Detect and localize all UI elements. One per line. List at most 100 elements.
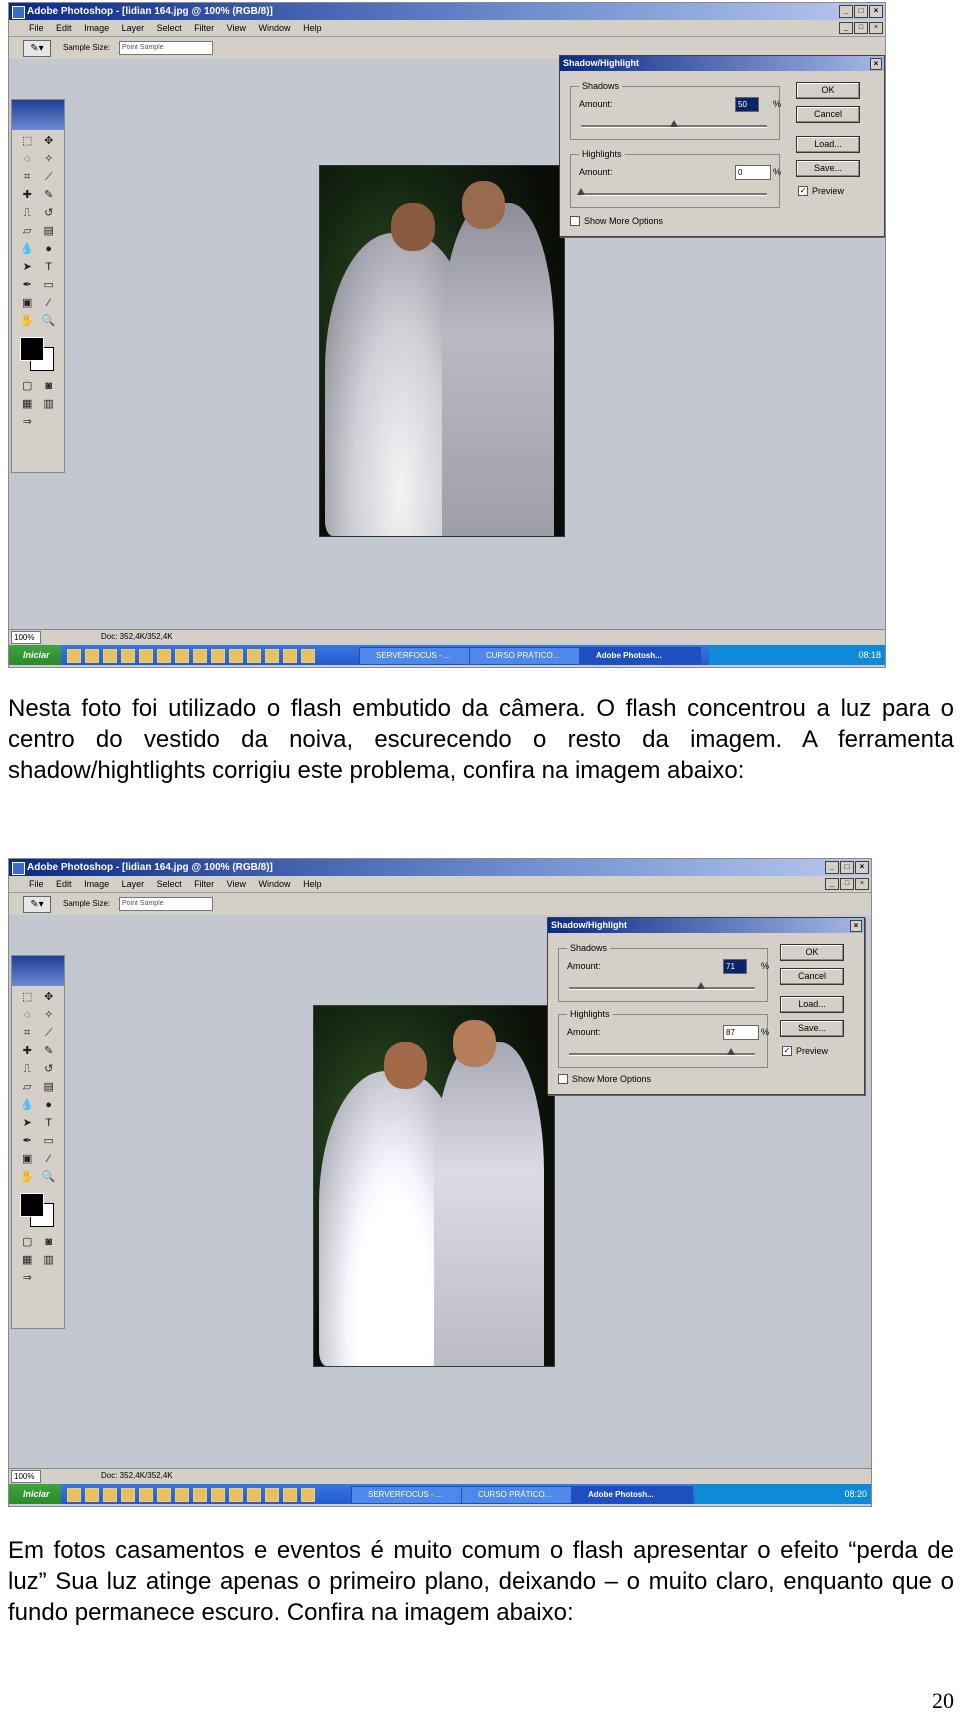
full-screen-icon[interactable]: ▥ bbox=[40, 397, 59, 412]
magic-wand-icon[interactable]: ✧ bbox=[40, 152, 59, 167]
quicklaunch-icon[interactable] bbox=[85, 1488, 99, 1502]
quicklaunch-icon[interactable] bbox=[265, 649, 279, 663]
foreground-color-swatch[interactable] bbox=[20, 337, 44, 361]
color-swatches[interactable] bbox=[12, 333, 64, 375]
shape-tool-icon[interactable]: ▭ bbox=[40, 278, 59, 293]
sample-size-select[interactable]: Point Sample bbox=[119, 897, 213, 911]
shadows-amount-input[interactable]: 50 bbox=[735, 97, 759, 112]
maximize-button[interactable]: □ bbox=[854, 5, 868, 18]
menu-file[interactable]: File bbox=[29, 879, 44, 889]
dialog-close-button[interactable]: × bbox=[870, 58, 882, 70]
blur-tool-icon[interactable]: 💧 bbox=[18, 1098, 37, 1113]
ok-button[interactable]: OK bbox=[780, 944, 844, 961]
hand-tool-icon[interactable]: ✋ bbox=[18, 314, 37, 329]
taskbar-task-photoshop[interactable]: Adobe Photosh... bbox=[579, 647, 701, 665]
quicklaunch-icon[interactable] bbox=[121, 1488, 135, 1502]
healing-brush-icon[interactable]: ✚ bbox=[18, 1044, 37, 1059]
type-tool-icon[interactable]: T bbox=[40, 260, 59, 275]
menu-view[interactable]: View bbox=[227, 23, 246, 33]
magic-wand-icon[interactable]: ✧ bbox=[40, 1008, 59, 1023]
crop-tool-icon[interactable]: ⌗ bbox=[18, 1026, 37, 1041]
brush-tool-icon[interactable]: ✎ bbox=[40, 1044, 59, 1059]
blur-tool-icon[interactable]: 💧 bbox=[18, 242, 37, 257]
load-button[interactable]: Load... bbox=[796, 136, 860, 153]
dodge-tool-icon[interactable]: ● bbox=[40, 242, 59, 257]
clone-stamp-icon[interactable]: ⎍ bbox=[18, 206, 37, 221]
doc-minimize-button[interactable]: _ bbox=[825, 878, 839, 890]
quicklaunch-icon[interactable] bbox=[211, 1488, 225, 1502]
standard-mode-icon[interactable]: ▢ bbox=[18, 1235, 37, 1250]
quicklaunch-icon[interactable] bbox=[247, 649, 261, 663]
marquee-tool-icon[interactable]: ⬚ bbox=[18, 990, 37, 1005]
shadows-slider-thumb[interactable] bbox=[697, 982, 706, 989]
quicklaunch-icon[interactable] bbox=[229, 1488, 243, 1502]
eyedropper-tool-preset[interactable]: ✎▾ bbox=[23, 40, 51, 57]
lasso-tool-icon[interactable]: ◌ bbox=[18, 152, 37, 167]
zoom-level[interactable]: 100% bbox=[11, 631, 41, 644]
quicklaunch-icon[interactable] bbox=[175, 1488, 189, 1502]
slice-tool-icon[interactable]: ⟋ bbox=[40, 170, 59, 185]
full-screen-icon[interactable]: ▥ bbox=[40, 1253, 59, 1268]
eraser-tool-icon[interactable]: ▱ bbox=[18, 1080, 37, 1095]
quicklaunch-icon[interactable] bbox=[103, 649, 117, 663]
doc-restore-button[interactable]: □ bbox=[854, 22, 868, 34]
jump-to-imageready-icon[interactable]: ⇒ bbox=[18, 415, 37, 430]
cancel-button[interactable]: Cancel bbox=[780, 968, 844, 985]
show-more-options-checkbox[interactable]: Show More Options bbox=[570, 216, 663, 226]
quicklaunch-icon[interactable] bbox=[211, 649, 225, 663]
start-button[interactable]: Iniciar bbox=[9, 645, 61, 665]
shadows-amount-input[interactable]: 71 bbox=[723, 959, 747, 974]
checkmark-icon[interactable]: ✓ bbox=[798, 186, 808, 196]
quicklaunch-icon[interactable] bbox=[157, 1488, 171, 1502]
quicklaunch-icon[interactable] bbox=[193, 649, 207, 663]
type-tool-icon[interactable]: T bbox=[40, 1116, 59, 1131]
eyedropper-tool-preset[interactable]: ✎▾ bbox=[23, 896, 51, 913]
quicklaunch-icon[interactable] bbox=[121, 649, 135, 663]
taskbar-task-curso[interactable]: CURSO PRÁTICO... bbox=[469, 647, 591, 665]
brush-tool-icon[interactable]: ✎ bbox=[40, 188, 59, 203]
notes-tool-icon[interactable]: ▣ bbox=[18, 296, 37, 311]
history-brush-icon[interactable]: ↺ bbox=[40, 206, 59, 221]
save-button[interactable]: Save... bbox=[796, 160, 860, 177]
quicklaunch-icon[interactable] bbox=[229, 649, 243, 663]
menu-help[interactable]: Help bbox=[303, 879, 322, 889]
menu-filter[interactable]: Filter bbox=[194, 23, 214, 33]
zoom-level[interactable]: 100% bbox=[11, 1470, 41, 1483]
notes-tool-icon[interactable]: ▣ bbox=[18, 1152, 37, 1167]
close-button[interactable]: × bbox=[869, 5, 883, 18]
marquee-tool-icon[interactable]: ⬚ bbox=[18, 134, 37, 149]
highlights-slider-thumb[interactable] bbox=[577, 188, 585, 195]
shape-tool-icon[interactable]: ▭ bbox=[40, 1134, 59, 1149]
highlights-slider-thumb[interactable] bbox=[726, 1048, 735, 1055]
healing-brush-icon[interactable]: ✚ bbox=[18, 188, 37, 203]
save-button[interactable]: Save... bbox=[780, 1020, 844, 1037]
eraser-tool-icon[interactable]: ▱ bbox=[18, 224, 37, 239]
standard-mode-icon[interactable]: ▢ bbox=[18, 379, 37, 394]
color-swatches[interactable] bbox=[12, 1189, 64, 1231]
path-select-icon[interactable]: ➤ bbox=[18, 1116, 37, 1131]
sample-size-select[interactable]: Point Sample bbox=[119, 41, 213, 55]
screen-mode-icon[interactable]: ▦ bbox=[18, 1253, 37, 1268]
quicklaunch-icon[interactable] bbox=[283, 649, 297, 663]
quicklaunch-icon[interactable] bbox=[139, 1488, 153, 1502]
taskbar-task-serverfocus[interactable]: SERVERFOCUS - ... bbox=[351, 1486, 473, 1504]
pen-tool-icon[interactable]: ✒ bbox=[18, 278, 37, 293]
hand-tool-icon[interactable]: ✋ bbox=[18, 1170, 37, 1185]
ok-button[interactable]: OK bbox=[796, 82, 860, 99]
screen-mode-icon[interactable]: ▦ bbox=[18, 397, 37, 412]
quicklaunch-icon[interactable] bbox=[247, 1488, 261, 1502]
move-tool-icon[interactable]: ✥ bbox=[40, 990, 59, 1005]
quicklaunch-icon[interactable] bbox=[67, 1488, 81, 1502]
dialog-close-button[interactable]: × bbox=[850, 920, 862, 932]
checkmark-icon[interactable]: ✓ bbox=[782, 1046, 792, 1056]
menu-view[interactable]: View bbox=[227, 879, 246, 889]
load-button[interactable]: Load... bbox=[780, 996, 844, 1013]
path-select-icon[interactable]: ➤ bbox=[18, 260, 37, 275]
menu-window[interactable]: Window bbox=[259, 879, 291, 889]
menu-image[interactable]: Image bbox=[84, 879, 109, 889]
checkbox-box[interactable] bbox=[558, 1074, 568, 1084]
show-more-options-checkbox[interactable]: Show More Options bbox=[558, 1074, 651, 1084]
clone-stamp-icon[interactable]: ⎍ bbox=[18, 1062, 37, 1077]
menu-layer[interactable]: Layer bbox=[122, 879, 145, 889]
gradient-tool-icon[interactable]: ▤ bbox=[40, 224, 59, 239]
